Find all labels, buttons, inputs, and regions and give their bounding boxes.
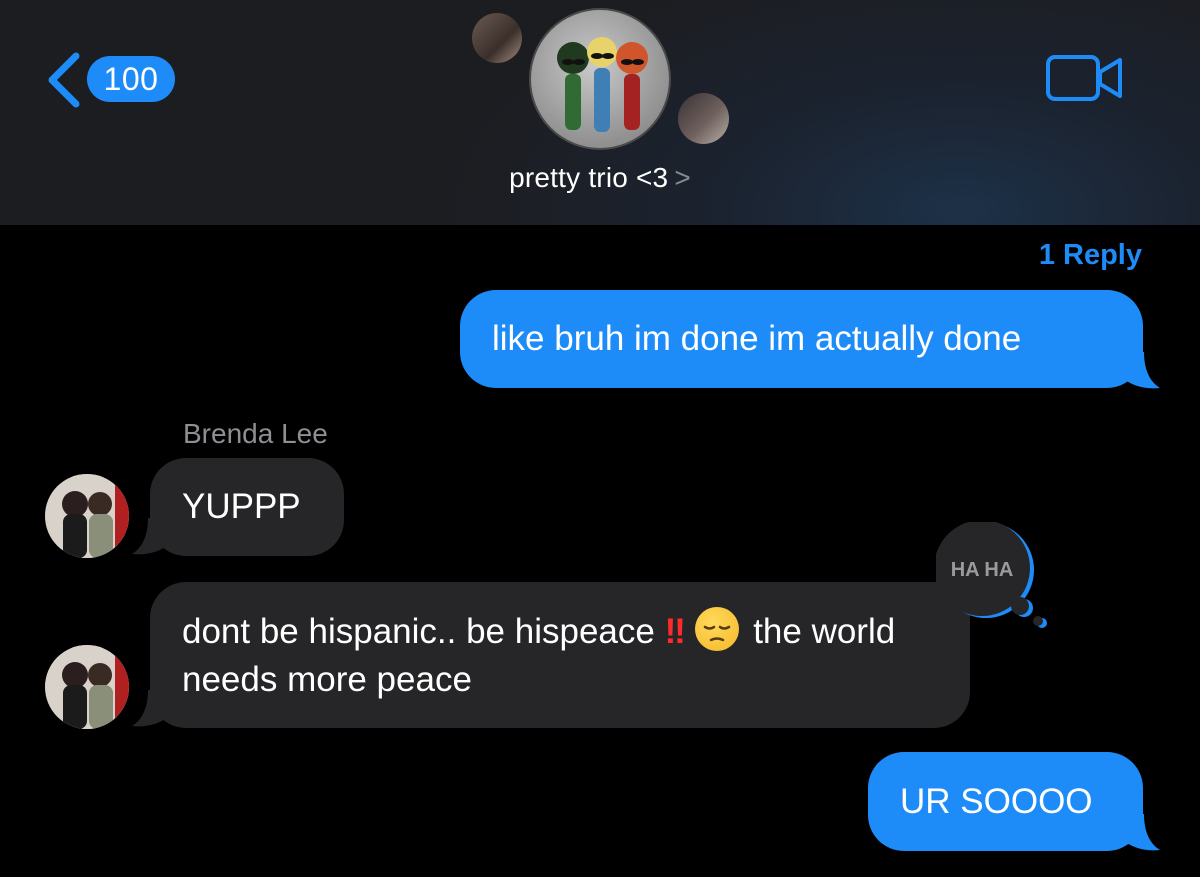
video-camera-icon[interactable] — [1045, 53, 1125, 103]
message-text: YUPPP — [182, 487, 301, 526]
group-avatar-art — [557, 37, 648, 132]
group-name: pretty trio <3 — [509, 162, 669, 193]
message-text: like bruh im done im actually done — [492, 319, 1022, 358]
unread-count-badge[interactable]: 100 — [87, 56, 175, 102]
incoming-message-bubble[interactable]: dont be hispanic.. be hispeace ‼ the wor… — [150, 582, 970, 728]
member-avatar-1[interactable] — [472, 13, 522, 63]
outgoing-message-bubble[interactable]: like bruh im done im actually done — [460, 290, 1143, 388]
bubble-tail — [1118, 352, 1160, 389]
pensive-face-icon — [695, 607, 740, 651]
title-chevron-icon: > — [674, 162, 691, 193]
messages-conversation-screen: 100 pretty trio <3 > 1 Reply like bruh i… — [0, 0, 1200, 877]
incoming-message-bubble[interactable]: YUPPP — [150, 458, 344, 556]
contact-avatar[interactable] — [45, 645, 129, 729]
tapback-label: HA HA — [951, 559, 1014, 581]
haha-tapback-icon[interactable]: HA HA — [934, 520, 1056, 632]
outgoing-message-bubble[interactable]: UR SOOOO — [868, 752, 1143, 851]
sender-name: Brenda Lee — [183, 418, 328, 449]
contact-photo — [45, 645, 129, 729]
double-exclamation-emoji: ‼ — [664, 612, 686, 651]
back-chevron-icon[interactable] — [44, 50, 84, 110]
bubble-tail — [1118, 814, 1160, 851]
group-avatar[interactable] — [529, 8, 671, 150]
contact-avatar[interactable] — [45, 474, 129, 558]
message-text: UR SOOOO — [900, 782, 1093, 821]
member-avatar-2[interactable] — [678, 93, 729, 144]
contact-photo — [45, 474, 129, 558]
conversation-header: 100 pretty trio <3 > — [0, 0, 1200, 225]
group-title[interactable]: pretty trio <3 > — [0, 162, 1200, 194]
reply-count-link[interactable]: 1 Reply — [1039, 239, 1142, 272]
message-text: dont be hispanic.. be hispeace — [182, 612, 655, 651]
